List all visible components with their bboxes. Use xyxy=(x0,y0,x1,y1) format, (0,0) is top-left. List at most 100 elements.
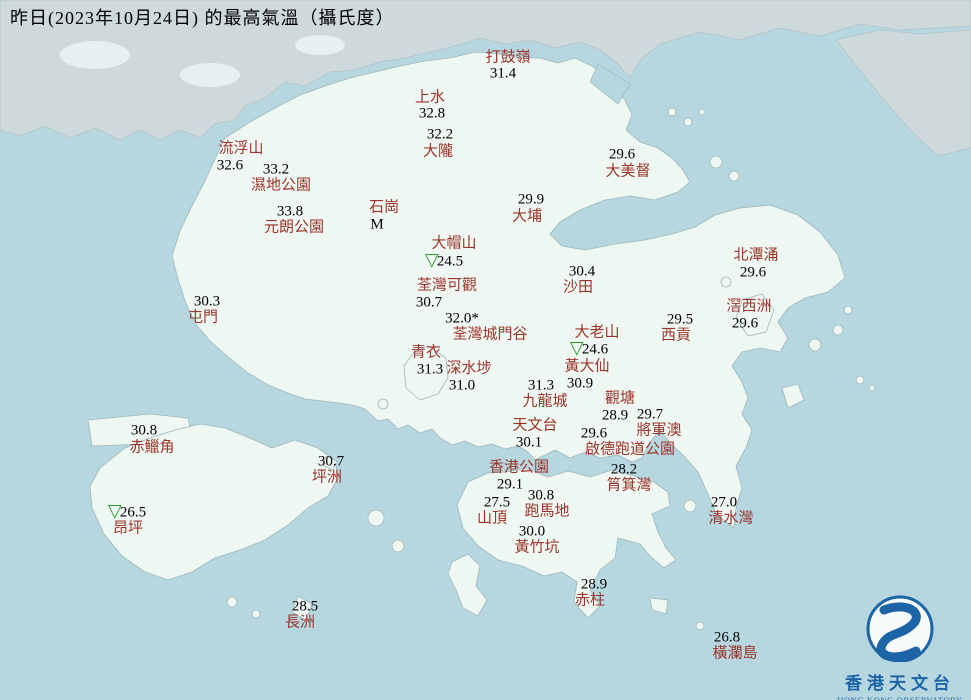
station-value-label: ▽ 24.5 xyxy=(424,249,464,270)
small-island xyxy=(728,170,740,182)
station-value-label: 27.0 xyxy=(710,494,738,511)
station-name-label: 長洲 xyxy=(284,614,316,631)
mirs-bay-peninsula xyxy=(835,29,971,157)
station-value-label: 28.5 xyxy=(291,598,319,615)
lamma-island xyxy=(447,553,488,617)
station-name-label: 跑馬地 xyxy=(524,503,570,520)
small-island xyxy=(251,609,261,619)
station-name-label: 沙田 xyxy=(562,279,594,296)
station-name-label: 滘西洲 xyxy=(726,298,772,315)
station-name-label: 荃灣城門谷 xyxy=(452,326,528,343)
page-title: 昨日(2023年10月24日) 的最高氣溫（攝氏度） xyxy=(10,8,395,28)
station-name-label: 清水灣 xyxy=(708,510,754,527)
small-island xyxy=(377,398,389,410)
station-value-label: 28.9 xyxy=(601,407,629,424)
station-name-label: 屯門 xyxy=(187,309,219,326)
station-name-label: 荃灣可觀 xyxy=(416,277,478,294)
minimum-marker-triangle-icon: ▽ xyxy=(107,500,122,521)
station-name-label: 元朗公園 xyxy=(263,219,325,236)
station-value-label: 32.6 xyxy=(216,157,244,174)
station-value-label: 33.8 xyxy=(276,203,304,220)
station-value-label: 29.6 xyxy=(580,425,608,442)
small-island xyxy=(808,338,822,352)
small-island xyxy=(667,107,677,117)
station-name-label: 將軍澳 xyxy=(636,422,682,439)
small-island xyxy=(367,509,385,527)
lantau-island xyxy=(89,423,339,581)
station-name-label: 赤柱 xyxy=(574,592,606,609)
station-name-label: 打鼓嶺 xyxy=(485,49,531,66)
station-value-label: 28.9 xyxy=(580,576,608,593)
hko-logo-text-zh: 香港天文台 xyxy=(845,674,955,693)
station-name-label: 西貢 xyxy=(660,327,692,344)
small-island xyxy=(868,384,876,392)
small-island xyxy=(832,324,844,336)
station-value-label: 30.4 xyxy=(568,263,596,280)
station-name-label: 坪洲 xyxy=(311,469,343,486)
waglan-island xyxy=(695,621,705,631)
tung-lung-island xyxy=(683,499,697,513)
station-value-label: 32.8 xyxy=(418,105,446,122)
station-name-label: 香港公園 xyxy=(488,459,550,476)
hko-logo: 香港天文台 HONG KONG OBSERVATORY xyxy=(835,592,965,700)
small-island xyxy=(709,155,723,169)
station-value-label: 29.7 xyxy=(636,406,664,423)
station-name-label: 黃大仙 xyxy=(564,358,610,375)
station-value-label: 31.3 xyxy=(416,361,444,378)
station-value-label: 27.5 xyxy=(483,494,511,511)
station-name-label: 濕地公園 xyxy=(250,177,312,194)
station-value-label: 32.0* xyxy=(445,310,479,327)
station-name-label: 觀塘 xyxy=(604,390,636,407)
station-name-label: 山頂 xyxy=(476,510,508,527)
station-name-label: 青衣 xyxy=(410,344,442,361)
station-name-label: 大隴 xyxy=(422,143,454,160)
station-value-label: 31.0 xyxy=(448,377,476,394)
station-name-label: 九龍城 xyxy=(522,393,568,410)
small-island xyxy=(843,305,853,315)
station-value-label: 28.2 xyxy=(610,461,638,478)
station-value-label: 30.8 xyxy=(527,487,555,504)
small-island xyxy=(855,375,865,385)
station-name-label: 啟德跑道公園 xyxy=(584,441,676,458)
station-value-label: ▽ 26.5 xyxy=(107,500,147,521)
station-value-label: 29.1 xyxy=(496,476,524,493)
hko-logo-text-en: HONG KONG OBSERVATORY xyxy=(837,695,963,700)
minimum-marker-triangle-icon: ▽ xyxy=(569,337,584,358)
station-value-label: 30.8 xyxy=(130,422,158,439)
station-value-label: ▽ 24.6 xyxy=(569,337,609,358)
small-island xyxy=(226,596,238,608)
station-value-label: 29.6 xyxy=(739,264,767,281)
station-value-label: 29.6 xyxy=(608,146,636,163)
station-name-label: 赤鱲角 xyxy=(129,439,175,456)
jin-island xyxy=(781,383,805,409)
station-value-label: 30.9 xyxy=(566,375,594,392)
station-name-label: 大埔 xyxy=(511,208,543,225)
station-name-label: 北潭涌 xyxy=(733,247,779,264)
station-value-label: 29.5 xyxy=(666,311,694,328)
station-value-label: 30.7 xyxy=(415,294,443,311)
station-value-label: 30.7 xyxy=(317,453,345,470)
station-value-label: 30.1 xyxy=(515,434,543,451)
station-value-label: 29.6 xyxy=(731,315,759,332)
station-name-label: 大美督 xyxy=(605,163,651,180)
small-island xyxy=(391,539,405,553)
station-name-label: 上水 xyxy=(414,89,446,106)
station-value-label: 26.8 xyxy=(713,629,741,646)
hko-logo-icon xyxy=(866,595,934,663)
station-name-label: 深水埗 xyxy=(446,360,492,377)
station-name-label: 黃竹坑 xyxy=(514,539,560,556)
station-name-label: 昂坪 xyxy=(112,520,144,537)
station-name-label: 流浮山 xyxy=(218,140,264,157)
small-island xyxy=(720,276,732,288)
small-island xyxy=(698,108,706,116)
small-island xyxy=(683,117,693,127)
station-name-label: 天文台 xyxy=(512,417,558,434)
station-name-label: 橫瀾島 xyxy=(712,645,758,662)
station-value-label: 30.3 xyxy=(193,293,221,310)
hong-kong-basemap xyxy=(0,0,971,631)
station-value-label: 31.4 xyxy=(489,65,517,82)
station-name-label: 筲箕灣 xyxy=(606,477,652,494)
map-canvas: 昨日(2023年10月24日) 的最高氣溫（攝氏度） 打鼓嶺 31.4 上水 32.8… xyxy=(0,0,971,700)
station-value-label: 33.2 xyxy=(262,161,290,178)
station-name-label: 石崗 xyxy=(368,199,400,216)
